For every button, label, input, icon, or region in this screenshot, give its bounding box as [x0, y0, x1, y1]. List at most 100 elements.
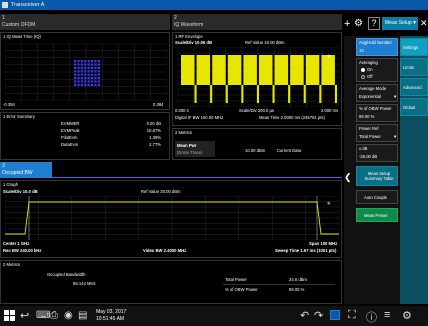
settings-panel: Avg|Hold Number 10 Averaging On Off Aver… [344, 36, 400, 304]
row-value: 0.00 dB [146, 121, 161, 126]
meas-preset-button[interactable]: Meas Preset [356, 208, 398, 222]
summary-table-button[interactable]: Meas Setup Summary Table [356, 166, 398, 186]
rf-gap [288, 85, 291, 103]
row-label: DataEvm [61, 142, 79, 147]
metrics3-panel[interactable]: 2 Metrics Occupied Bandwidth 89.143 MHz … [0, 260, 342, 304]
error-table: EVMMER 0.00 dB EVMPeak 10.67% PilotEvm 1… [59, 121, 163, 149]
table-row: DataEvm 2.77% [59, 142, 163, 149]
tab-label: Advanced [403, 85, 422, 90]
settings-gear-icon[interactable]: ⚙ [402, 309, 412, 322]
constellation-point [97, 73, 100, 76]
xdb-value: -26.00 dB [359, 154, 378, 159]
spectrum-span: Span 100 MHz [309, 241, 338, 246]
chevron-down-icon: ▼ [393, 94, 398, 99]
window3-header[interactable]: 3 Occupied BW [0, 162, 52, 178]
constellation-point [94, 66, 97, 69]
constellation-point [97, 63, 100, 66]
auto-couple-button[interactable]: Auto Couple [356, 190, 398, 204]
constellation-point [74, 73, 77, 76]
print-icon[interactable]: ⎙ [50, 310, 58, 321]
constellation-point [84, 73, 87, 76]
redo-icon[interactable]: ↷ [314, 309, 323, 322]
avg-mode-dropdown[interactable]: Average Mode Exponential ▼ [356, 84, 398, 102]
avg-hold-field[interactable]: Avg|Hold Number 10 [356, 38, 398, 56]
keyboard-icon[interactable]: ⌨ [36, 310, 50, 321]
constellation-point [84, 66, 87, 69]
close-icon[interactable]: ✕ [420, 17, 428, 30]
rf-envelope-panel[interactable]: 1 RF Envelope Scale/Div 10.00 dB Ref Val… [172, 32, 342, 126]
power-table: Total Power 24.6 dBm % of OBW Power 99.0… [223, 275, 335, 295]
constellation-point [77, 77, 80, 80]
collapse-arrow-icon[interactable]: ❮ [344, 168, 354, 186]
constellation-point [77, 63, 80, 66]
settings-icon[interactable]: ⚙ [354, 17, 366, 30]
constellation-point [74, 80, 77, 83]
constellation-point [84, 70, 87, 73]
tab-settings[interactable]: Settings [400, 38, 428, 56]
info-icon[interactable]: ⓘ [366, 309, 377, 325]
window2-name: IQ Waveform [174, 22, 204, 28]
obw-power-label: % of OBW Power [359, 106, 392, 111]
help-button[interactable]: ? [368, 17, 380, 30]
tab-label: Settings [403, 45, 419, 50]
constellation-point [80, 73, 83, 76]
mode-label: Meas Setup [385, 20, 412, 26]
constellation-point [74, 66, 77, 69]
rf-gap [241, 85, 244, 103]
spectrum-panel[interactable]: 1 Graph Scale/Div 10.0 dB Ref Value 20.0… [0, 180, 342, 258]
table-row: PilotEvm 1.39% [59, 135, 163, 142]
tab-advanced[interactable]: Advanced [400, 78, 428, 96]
back-icon[interactable]: ↩ [20, 309, 29, 322]
window2-header[interactable]: 2 IQ Waveform [172, 14, 342, 30]
window3-border [0, 177, 342, 178]
menu-icon[interactable]: ≡ [384, 309, 390, 321]
constellation-point [94, 70, 97, 73]
save-icon[interactable]: ▤ [78, 310, 87, 321]
tab-column: Settings Limits Advanced Global [400, 36, 428, 304]
metrics2-panel[interactable]: 2 Metrics Mean Pwr (Entire Trace) 10.00 … [172, 128, 342, 160]
row-value: 2.77% [149, 142, 161, 147]
spectrum-rbw: Res BW 240.00 kHz [3, 248, 42, 253]
rf-ref: Ref Value 10.00 dBm [245, 40, 285, 45]
mode-button[interactable]: Meas Setup ▼ [382, 17, 418, 30]
toolbar: + ⚙ ? Meas Setup ▼ ✕ [344, 14, 428, 36]
camera-icon[interactable]: ◉ [64, 310, 73, 321]
window1-name: Custom OFDM [2, 22, 36, 28]
rf-burst [274, 55, 289, 85]
error-summary-panel[interactable]: 1 Error Summary EVMMER 0.00 dB EVMPeak 1… [0, 112, 170, 160]
rf-burst [259, 55, 273, 85]
taskbar-date: May 03, 2017 [96, 309, 127, 315]
power-ref-dropdown[interactable]: Power Ref Total Power ▼ [356, 124, 398, 142]
averaging-toggle[interactable]: Averaging On Off [356, 58, 398, 82]
constellation-point [87, 83, 90, 86]
rf-burst [227, 55, 242, 85]
spectrum-title: 1 Graph [3, 182, 19, 187]
windows-start-icon[interactable] [4, 310, 15, 321]
xdb-field[interactable]: x dB -26.00 dB [356, 144, 398, 162]
tab-global[interactable]: Global [400, 98, 428, 116]
obw-power-field[interactable]: % of OBW Power 99.00 % [356, 104, 398, 122]
constellation-point [74, 70, 77, 73]
window2-number: 2 [174, 15, 177, 21]
mean-pwr-sub: (Entire Trace) [177, 150, 203, 155]
rf-xend: 2.000 ms [321, 108, 339, 113]
iq-trace-panel[interactable]: 1 IQ Meas Time (IQ) -0.384 0.384 [0, 32, 170, 110]
averaging-off: Off [367, 74, 373, 79]
window-layout-icon[interactable] [330, 310, 340, 320]
window1-number: 1 [2, 15, 5, 21]
undo-icon[interactable]: ↶ [300, 309, 309, 322]
constellation-point [91, 66, 94, 69]
tab-limits[interactable]: Limits [400, 58, 428, 76]
window3-name: Occupied BW [2, 170, 33, 176]
window1-header[interactable]: 1 Custom OFDM [0, 14, 170, 30]
rf-gap [210, 85, 213, 103]
constellation-point [80, 83, 83, 86]
power-ref-value: Total Power [359, 134, 381, 139]
constellation-point [80, 77, 83, 80]
constellation-point [84, 60, 87, 63]
maximize-icon[interactable]: ⛶ [348, 309, 356, 322]
rf-burst [305, 55, 320, 85]
constellation-point [94, 63, 97, 66]
rf-meastime: Meas Time 2.0000 ms (245761 pts) [259, 115, 325, 120]
add-window-icon[interactable]: + [344, 18, 352, 30]
